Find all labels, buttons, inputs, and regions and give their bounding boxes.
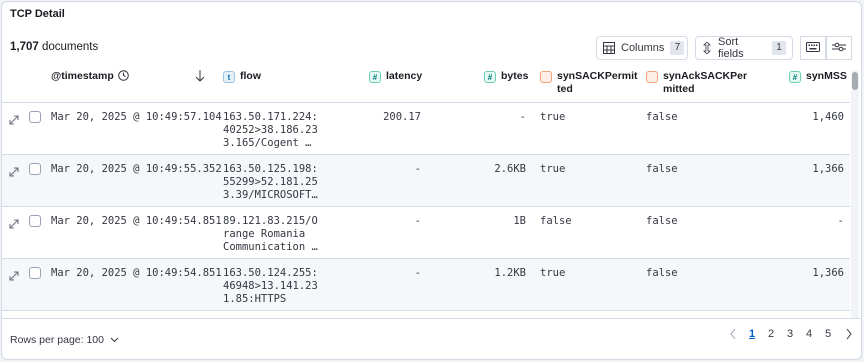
expand-row-icon[interactable]	[9, 164, 19, 182]
document-count-value: 1,707	[10, 41, 39, 53]
column-header-synmss[interactable]: # synMSS	[789, 70, 847, 83]
keyboard-icon	[806, 39, 820, 57]
cell-synmss: 1,366	[812, 267, 844, 279]
footer-divider	[2, 318, 861, 319]
cell-timestamp: Mar 20, 2025 @ 10:49:57.104	[51, 111, 222, 123]
column-header-flow[interactable]: t flow	[223, 70, 261, 83]
column-header-synsackpermitted[interactable]: synSACKPermit ted	[540, 70, 640, 96]
cell-bytes: 1.2KB	[494, 267, 526, 279]
settings-sliders-icon	[832, 39, 846, 57]
cell-synacksackpermitted: false	[646, 215, 678, 227]
cell-flow: 163.50.125.198: 55299>52.181.25 3.39/MIC…	[223, 163, 318, 201]
table-row: Mar 20, 2025 @ 10:49:55.352 163.50.125.1…	[2, 155, 850, 207]
page-link-2[interactable]: 2	[768, 328, 774, 340]
column-header-bytes[interactable]: # bytes	[484, 70, 528, 83]
column-header-label: latency	[386, 70, 423, 82]
cell-latency: -	[414, 267, 421, 279]
tcp-detail-panel: TCP Detail 1,707 documents Columns 7 Sor…	[1, 1, 862, 360]
columns-button[interactable]: Columns 7	[596, 36, 688, 60]
column-header-latency[interactable]: # latency	[369, 70, 422, 83]
page-link-3[interactable]: 3	[787, 328, 793, 340]
cell-synacksackpermitted: false	[646, 163, 678, 175]
cell-synsackpermitted: true	[540, 111, 566, 123]
columns-count-badge: 7	[670, 41, 685, 55]
row-select-checkbox[interactable]	[29, 215, 41, 227]
keyboard-shortcuts-button[interactable]	[800, 36, 826, 60]
number-type-icon: #	[789, 71, 801, 83]
columns-label: Columns	[621, 42, 665, 54]
cell-synsackpermitted: true	[540, 267, 566, 279]
document-count: 1,707 documents	[10, 41, 98, 53]
column-header-label: synAckSACKPer mitted	[663, 70, 748, 95]
table-row: Mar 20, 2025 @ 10:49:54.851 163.50.124.2…	[2, 259, 850, 311]
cell-synmss: 1,460	[812, 111, 844, 123]
string-type-icon: t	[223, 71, 235, 83]
rows-per-page-label: Rows per page: 100	[10, 334, 104, 346]
sort-count-badge: 1	[772, 41, 786, 55]
table-icon	[603, 42, 615, 54]
panel-title: TCP Detail	[10, 8, 65, 20]
clock-icon	[117, 70, 129, 85]
column-header-label: synMSS	[806, 70, 847, 82]
cell-timestamp: Mar 20, 2025 @ 10:49:54.851	[51, 267, 222, 279]
column-header-synacksackpermitted[interactable]: synAckSACKPer mitted	[646, 70, 756, 96]
display-settings-button[interactable]	[826, 36, 852, 60]
cell-timestamp: Mar 20, 2025 @ 10:49:54.851	[51, 215, 222, 227]
column-header-label: @timestamp	[51, 70, 114, 82]
page-link-4[interactable]: 4	[806, 328, 812, 340]
chevron-down-icon	[110, 334, 119, 346]
expand-row-icon[interactable]	[9, 268, 19, 286]
sort-fields-label: Sort fields	[718, 36, 744, 60]
cell-synacksackpermitted: false	[646, 267, 678, 279]
cell-synacksackpermitted: false	[646, 111, 678, 123]
cell-flow: 89.121.83.215/O range Romania Communicat…	[223, 215, 318, 253]
cell-latency: -	[414, 215, 421, 227]
sort-descending-arrow-icon[interactable]	[195, 70, 205, 82]
boolean-type-icon	[646, 71, 658, 83]
row-select-checkbox[interactable]	[29, 163, 41, 175]
column-header-label: flow	[240, 70, 261, 82]
pagination-next-icon[interactable]	[845, 328, 853, 343]
row-select-checkbox[interactable]	[29, 111, 41, 123]
document-count-label: documents	[41, 41, 99, 53]
cell-synmss: -	[837, 215, 844, 227]
cell-bytes: -	[519, 111, 526, 123]
number-type-icon: #	[484, 71, 496, 83]
cell-timestamp: Mar 20, 2025 @ 10:49:55.352	[51, 163, 222, 175]
rows-per-page-selector[interactable]: Rows per page: 100	[10, 334, 119, 346]
table-row: Mar 20, 2025 @ 10:49:54.851 89.121.83.21…	[2, 207, 850, 259]
cell-synsackpermitted: true	[540, 163, 566, 175]
scrollbar-thumb[interactable]	[852, 72, 858, 90]
pagination-previous-icon[interactable]	[729, 328, 737, 343]
row-select-checkbox[interactable]	[29, 267, 41, 279]
expand-row-icon[interactable]	[9, 112, 19, 130]
cell-bytes: 1B	[513, 215, 526, 227]
column-header-label: bytes	[501, 70, 529, 82]
cell-latency: 200.17	[383, 111, 421, 123]
table-row: Mar 20, 2025 @ 10:49:57.104 163.50.171.2…	[2, 103, 850, 155]
expand-row-icon[interactable]	[9, 216, 19, 234]
sort-icon	[702, 42, 712, 54]
page-link-1[interactable]: 1	[749, 328, 755, 340]
boolean-type-icon	[540, 71, 552, 83]
cell-synmss: 1,366	[812, 163, 844, 175]
vertical-scrollbar[interactable]	[851, 70, 859, 318]
column-header-label: synSACKPermit ted	[557, 70, 638, 95]
sort-fields-button[interactable]: Sort fields 1	[695, 36, 793, 60]
column-header-timestamp[interactable]: @timestamp	[51, 70, 129, 85]
cell-flow: 163.50.171.224: 40252>38.186.23 3.165/Co…	[223, 111, 318, 149]
cell-latency: -	[414, 163, 421, 175]
page-link-5[interactable]: 5	[825, 328, 831, 340]
cell-synsackpermitted: false	[540, 215, 572, 227]
number-type-icon: #	[369, 71, 381, 83]
cell-flow: 163.50.124.255: 46948>13.141.23 1.85:HTT…	[223, 267, 318, 305]
cell-bytes: 2.6KB	[494, 163, 526, 175]
